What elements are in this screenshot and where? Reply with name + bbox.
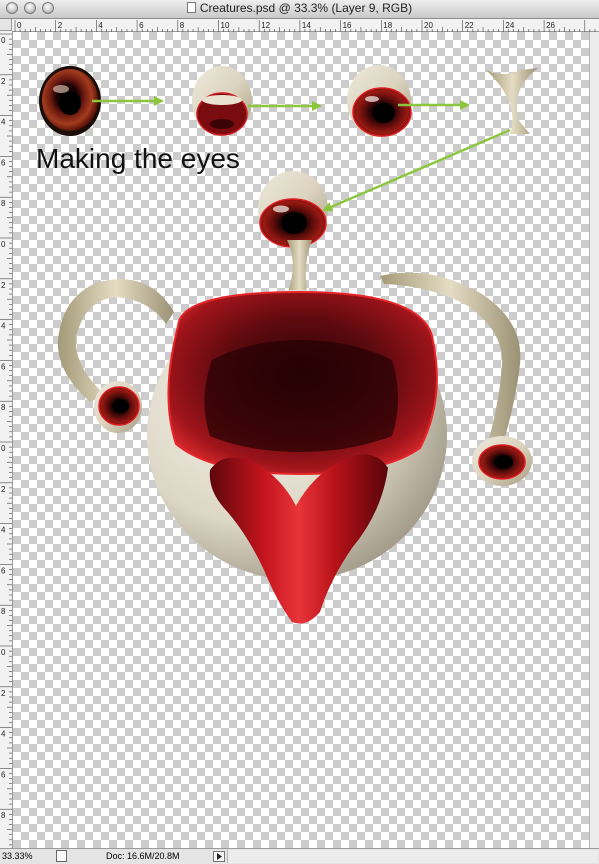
ruler-label: 0: [1, 240, 6, 249]
ruler-label: 2: [58, 21, 63, 30]
eye-step-3: [347, 65, 412, 137]
stalk-piece: [486, 68, 538, 134]
eye-step-4: [258, 171, 328, 248]
ruler-label: 8: [1, 199, 6, 208]
horizontal-scrollbar[interactable]: [227, 850, 598, 863]
vertical-ruler[interactable]: 0 2 4 6 8 0 2 4 6 8 0 2 4 6 8 0 2 4 6 8: [0, 31, 13, 848]
ruler-label: 2: [1, 689, 6, 698]
ruler-label: 20: [424, 21, 433, 30]
ruler-label: 8: [1, 607, 6, 616]
ruler-label: 24: [505, 21, 514, 30]
canvas-artwork: Making the eyes: [36, 65, 538, 624]
ruler-label: 4: [1, 118, 6, 127]
window-titlebar: Creatures.psd @ 33.3% (Layer 9, RGB): [0, 0, 599, 19]
ruler-label: 0: [17, 21, 22, 30]
horizontal-ruler[interactable]: 0 2 4 6 8 10 12 14 16 18 20 22 24 26: [12, 19, 599, 32]
ruler-label: 8: [180, 21, 185, 30]
document-icon: [186, 2, 196, 13]
ruler-label: 14: [302, 21, 311, 30]
ruler-label: 0: [1, 444, 6, 453]
ruler-label: 4: [98, 21, 103, 30]
ruler-label: 0: [1, 648, 6, 657]
document-status-icon[interactable]: [56, 850, 67, 862]
ruler-label: 26: [546, 21, 555, 30]
ruler-label: 4: [1, 526, 6, 535]
ruler-label: 12: [261, 21, 270, 30]
ruler-label: 4: [1, 730, 6, 739]
vertical-scrollbar[interactable]: [589, 32, 599, 848]
ruler-label: 2: [1, 485, 6, 494]
ruler-label: 2: [1, 77, 6, 86]
window-title: Creatures.psd @ 33.3% (Layer 9, RGB): [199, 1, 413, 15]
eye-step-2: [192, 66, 252, 136]
triangle-right-icon: [217, 853, 222, 860]
vertical-ruler-scale: 0 2 4 6 8 0 2 4 6 8 0 2 4 6 8 0 2 4 6 8: [0, 33, 12, 846]
ruler-label: 16: [343, 21, 352, 30]
ruler-label: 6: [1, 566, 6, 575]
document-size-info: Doc: 16.6M/20.8M: [106, 851, 180, 861]
ruler-label: 8: [1, 811, 6, 820]
creature-eye-right: [472, 436, 532, 486]
ruler-label: 10: [221, 21, 230, 30]
ruler-label: 2: [1, 281, 6, 290]
ruler-label: 22: [465, 21, 474, 30]
creature-eye-left: [94, 381, 142, 433]
canvas-caption: Making the eyes: [36, 143, 240, 174]
horizontal-ruler-scale: 0 2 4 6 8 10 12 14 16 18 20 22 24 26: [14, 20, 596, 32]
ruler-origin[interactable]: [0, 19, 12, 31]
ruler-label: 0: [1, 36, 6, 45]
ruler-label: 6: [139, 21, 144, 30]
creature-stalk-center: [287, 240, 312, 294]
ruler-label: 6: [1, 158, 6, 167]
ruler-label: 18: [383, 21, 392, 30]
eye-step-1: [39, 66, 101, 136]
ruler-label: 8: [1, 403, 6, 412]
ruler-label: 6: [1, 362, 6, 371]
status-menu-arrow[interactable]: [213, 851, 225, 862]
ruler-label: 4: [1, 322, 6, 331]
document-canvas[interactable]: Making the eyes: [13, 32, 589, 848]
status-bar: 33.33% Doc: 16.6M/20.8M: [0, 848, 599, 864]
zoom-level-field[interactable]: 33.33%: [2, 851, 33, 861]
ruler-label: 6: [1, 770, 6, 779]
